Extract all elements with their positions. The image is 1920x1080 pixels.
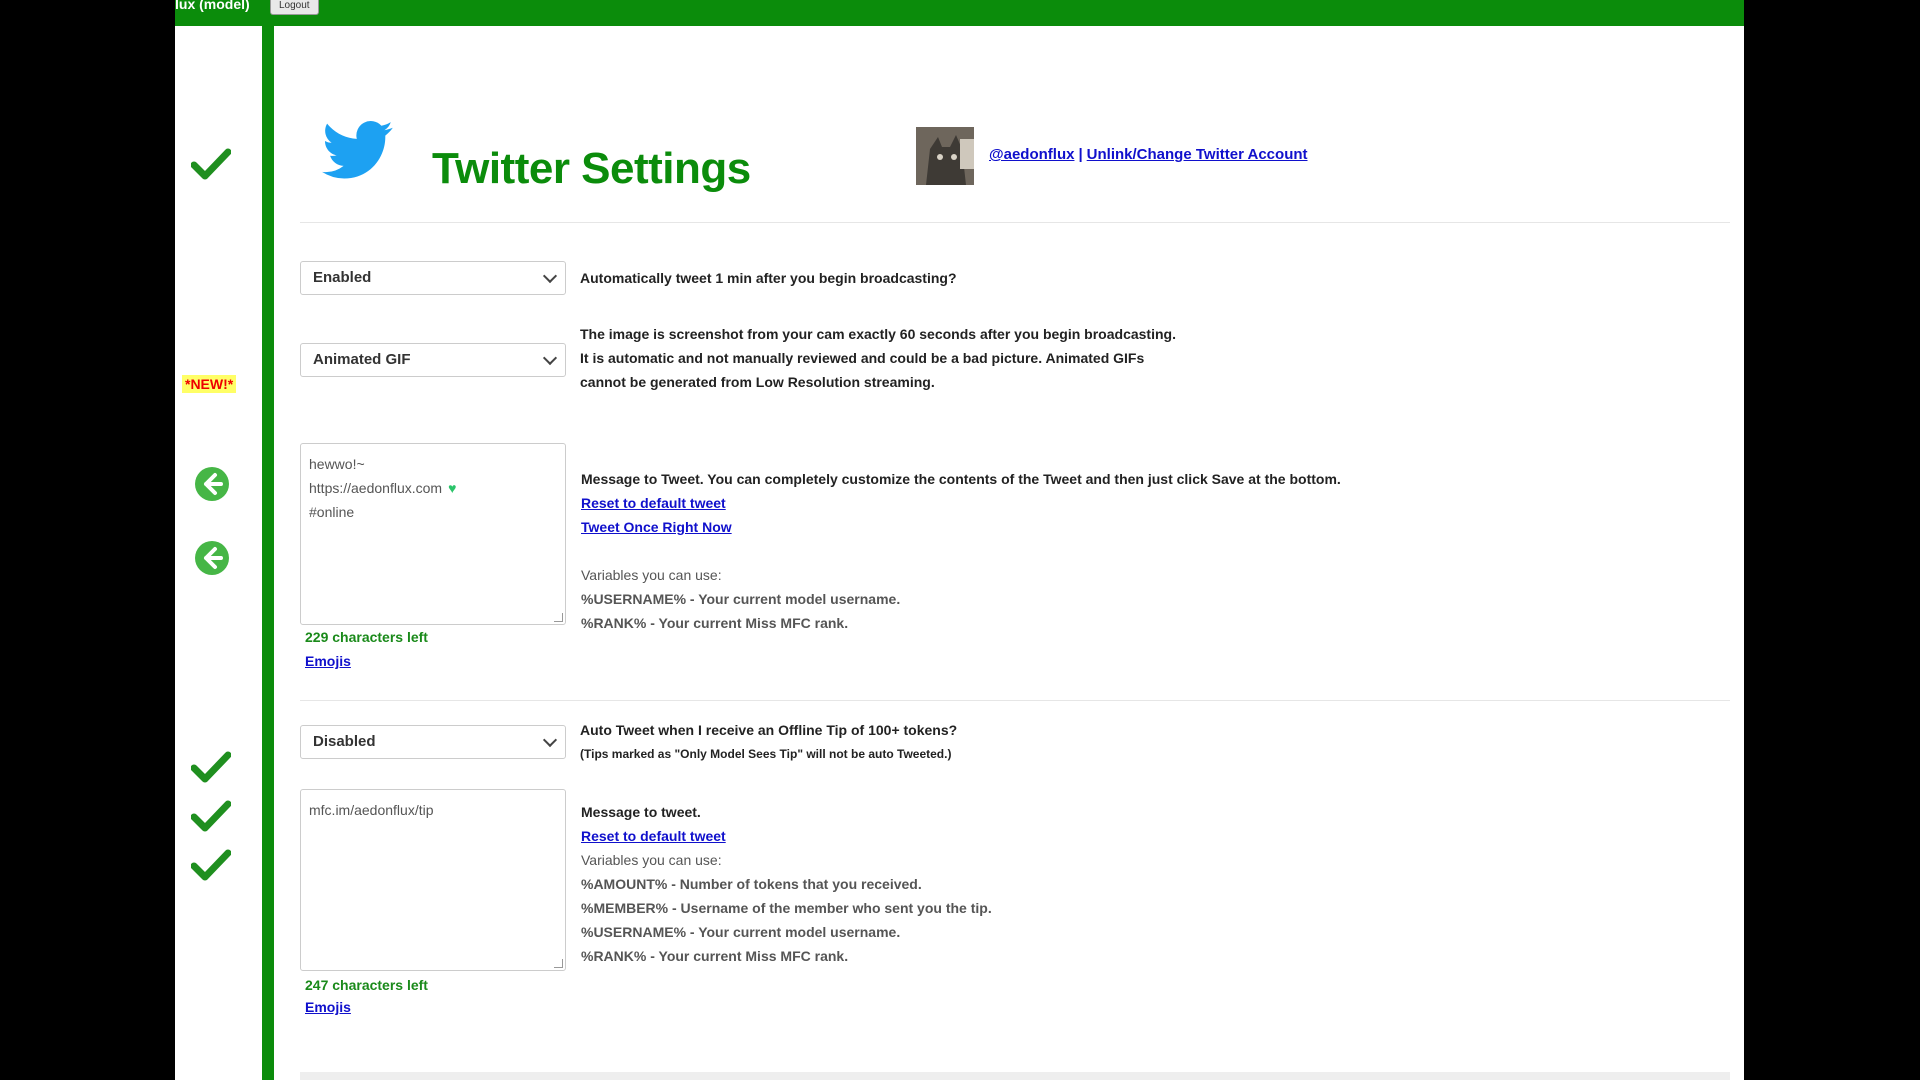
chevron-down-icon <box>542 732 558 748</box>
variables-title: Variables you can use: <box>581 567 722 583</box>
variables-title: Variables you can use: <box>581 852 722 868</box>
variable-item: %USERNAME% - Your current model username… <box>581 924 901 940</box>
arrow-left-icon <box>195 467 229 501</box>
variable-item: %USERNAME% - Your current model username… <box>581 591 901 607</box>
reset-default-tweet-link[interactable]: Reset to default tweet <box>581 828 726 844</box>
chevron-down-icon <box>542 350 558 366</box>
auto-tweet-select-value: Enabled <box>313 269 372 286</box>
emojis-link[interactable]: Emojis <box>305 653 351 669</box>
heart-icon: ♥ <box>448 480 457 496</box>
variable-item: %MEMBER% - Username of the member who se… <box>581 900 992 916</box>
cat-avatar-icon <box>916 127 974 185</box>
divider <box>300 1072 1730 1080</box>
top-bar: lux (model) Logout <box>175 0 1744 26</box>
offline-tip-select-value: Disabled <box>313 733 376 750</box>
separator: | <box>1078 146 1083 163</box>
offline-tip-info-block: Message to tweet. Reset to default tweet… <box>581 800 992 968</box>
main-panel: Twitter Settings @aedonflux | Unlink/Chang… <box>274 26 1744 1080</box>
check-icon <box>191 800 231 832</box>
divider-bar <box>262 26 274 1080</box>
image-type-select-value: Animated GIF <box>313 351 411 368</box>
check-icon <box>191 148 231 180</box>
account-links: @aedonflux | Unlink/Change Twitter Account <box>989 146 1308 163</box>
chars-left: 229 characters left <box>305 629 428 645</box>
reset-default-tweet-link[interactable]: Reset to default tweet <box>581 495 726 511</box>
image-desc-line: cannot be generated from Low Resolution … <box>580 374 935 390</box>
offline-tip-question: Auto Tweet when I receive an Offline Tip… <box>580 722 958 738</box>
resize-handle[interactable] <box>554 613 563 622</box>
tweet-now-link[interactable]: Tweet Once Right Now <box>581 519 732 535</box>
change-account-link[interactable]: Unlink/Change Twitter Account <box>1087 146 1308 163</box>
divider <box>300 222 1730 223</box>
image-description: The image is screenshot from your cam ex… <box>580 322 1176 394</box>
page-title: Twitter Settings <box>432 144 751 193</box>
emojis-link[interactable]: Emojis <box>305 999 351 1015</box>
tweet-message-textarea[interactable]: hewwo!~ https://aedonflux.com ♥ #online <box>300 443 566 625</box>
offline-tip-info: Message to tweet. <box>581 804 701 820</box>
avatar <box>916 127 974 185</box>
logout-button[interactable]: Logout <box>270 0 319 15</box>
new-badge: *NEW!* <box>182 375 237 393</box>
arrow-left-icon <box>195 541 229 575</box>
tweet-line: mfc.im/aedonflux/tip <box>309 802 434 818</box>
image-desc-line: It is automatic and not manually reviewe… <box>580 350 1145 366</box>
check-icon <box>191 849 231 881</box>
offline-tip-note: (Tips marked as "Only Model Sees Tip" wi… <box>580 747 952 761</box>
chevron-down-icon <box>542 268 558 284</box>
offline-tip-message-textarea[interactable]: mfc.im/aedonflux/tip <box>300 789 566 971</box>
variable-item: %RANK% - Your current Miss MFC rank. <box>581 615 849 631</box>
divider <box>300 700 1730 701</box>
variable-item: %RANK% - Your current Miss MFC rank. <box>581 948 849 964</box>
tweet-line: #online <box>309 504 355 520</box>
tweet-info-block: Message to Tweet. You can completely cus… <box>581 467 1341 635</box>
resize-handle[interactable] <box>554 959 563 968</box>
check-icon <box>191 751 231 783</box>
tweet-line: hewwo!~ <box>309 456 365 472</box>
chars-left: 247 characters left <box>305 977 428 993</box>
image-desc-line: The image is screenshot from your cam ex… <box>580 326 1176 342</box>
tweet-info: Message to Tweet. You can completely cus… <box>581 471 1341 487</box>
twitter-handle-link[interactable]: @aedonflux <box>989 146 1074 163</box>
twitter-bird-icon <box>322 121 393 179</box>
tweet-line-link: https://aedonflux.com ♥ <box>309 476 557 500</box>
variable-item: %AMOUNT% - Number of tokens that you rec… <box>581 876 922 892</box>
auto-tweet-select[interactable]: Enabled <box>300 261 566 295</box>
auto-tweet-question: Automatically tweet 1 min after you begi… <box>580 270 957 286</box>
model-username: lux (model) <box>175 0 250 12</box>
offline-tip-select[interactable]: Disabled <box>300 725 566 759</box>
image-type-select[interactable]: Animated GIF <box>300 343 566 377</box>
